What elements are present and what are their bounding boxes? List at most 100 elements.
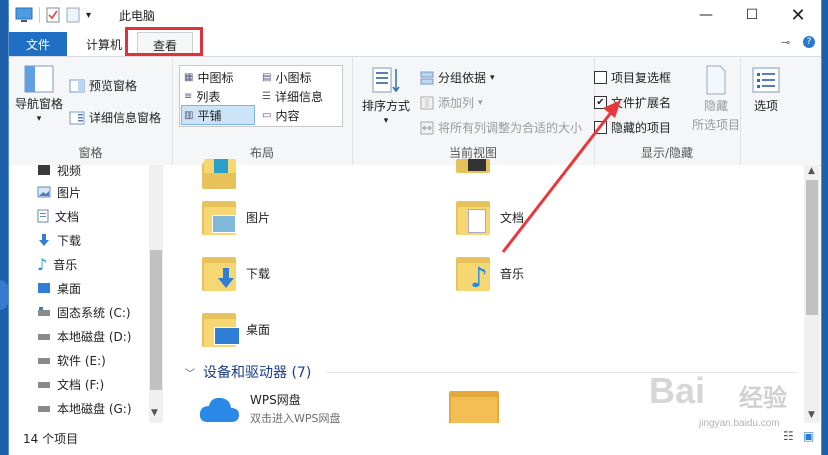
chevron-down-icon: ▾ (490, 72, 495, 83)
group-by-button[interactable]: 分组依据 ▾ (420, 69, 495, 86)
close-button[interactable]: ✕ (775, 0, 821, 30)
desktop-icon (38, 283, 50, 293)
list-icon: ≡ (184, 90, 193, 102)
nav-item-documents[interactable]: 文档 (37, 205, 79, 227)
desktop-icon-partial (0, 280, 8, 310)
current-view-group: 排序方式 ▾ 分组依据 ▾ 添加列 ▾ 将所有列调整为合适的大小 当前视图 (352, 57, 595, 165)
folder-desktop[interactable]: 桌面 (202, 309, 270, 349)
content-scrollbar-thumb[interactable] (806, 180, 818, 315)
download-icon (39, 234, 49, 246)
content-icon: ▭ (262, 109, 272, 121)
hide-selected-button[interactable]: 隐藏 所选项目 (692, 65, 740, 133)
scroll-down-icon[interactable]: ▼ (808, 410, 815, 420)
sort-by-button[interactable]: 排序方式 ▾ (362, 65, 410, 126)
item-checkboxes-checkbox[interactable] (594, 71, 607, 84)
nav-item-pictures[interactable]: 图片 (37, 181, 81, 203)
layout-small-icons[interactable]: ▤ 小图标 (260, 68, 338, 86)
nav-item-downloads[interactable]: 下载 (37, 229, 81, 251)
scroll-up-icon[interactable]: ▲ (808, 166, 815, 176)
folder-pictures[interactable]: 图片 (202, 197, 270, 237)
drive-icon (38, 358, 50, 364)
chevron-down-icon: ▾ (383, 116, 389, 126)
layout-medium-icons[interactable]: ▦ 中图标 (182, 68, 256, 86)
group-by-icon (420, 71, 434, 84)
file-extensions-checkbox[interactable]: ✔ (594, 96, 607, 109)
drive-item-2[interactable] (449, 385, 499, 427)
nav-scroll-down-icon[interactable]: ▼ (151, 408, 158, 418)
folder-partial-2[interactable] (456, 159, 490, 189)
nav-item-drive-c[interactable]: 固态系统 (C:) (37, 301, 131, 323)
details-view-icon[interactable]: ☷ (783, 429, 794, 443)
nav-item-drive-g[interactable]: 本地磁盘 (G:) (37, 397, 132, 419)
folder-icon (202, 309, 240, 349)
options-button[interactable]: 选项 (752, 67, 780, 114)
drive-icon (38, 382, 50, 388)
folder-icon (449, 385, 499, 427)
qat-dropdown-icon[interactable]: ▾ (86, 10, 91, 21)
item-count: 14 个项目 (23, 432, 79, 446)
fit-columns-button[interactable]: 将所有列调整为合适的大小 (420, 119, 582, 136)
help-icon[interactable]: ? (803, 36, 815, 48)
fit-columns-icon (420, 121, 434, 134)
folder-icon (456, 197, 490, 237)
nav-item-drive-d[interactable]: 本地磁盘 (D:) (37, 325, 131, 347)
maximize-button[interactable]: ☐ (729, 0, 775, 30)
video-icon (38, 165, 50, 175)
wps-drive[interactable]: WPS网盘 双击进入WPS网盘 (198, 391, 341, 426)
quick-access-toolbar: ▾ (15, 7, 91, 23)
music-icon: ♪ (37, 254, 48, 274)
nav-item-drive-e[interactable]: 软件 (E:) (37, 349, 106, 371)
nav-scrollbar-thumb[interactable] (150, 250, 162, 390)
system-drive-icon (38, 307, 50, 316)
layout-tiles[interactable]: ▥ 平铺 (181, 105, 255, 125)
item-checkboxes-toggle[interactable]: 项目复选框 (594, 69, 671, 86)
ribbon: 导航窗格 ▾ 预览窗格 详细信息窗格 窗格 布局 ▦ 中图标 ▤ 小图标 ≡ 列表 ☰… (9, 56, 821, 166)
tiles-icon: ▥ (184, 109, 194, 121)
tab-file[interactable]: 文件 (9, 32, 67, 56)
layout-content[interactable]: ▭ 内容 (260, 106, 338, 124)
folder-icon (202, 197, 236, 237)
add-column-button[interactable]: 添加列 ▾ (420, 94, 483, 111)
pictures-icon (37, 186, 51, 198)
pane-group: 导航窗格 ▾ 预览窗格 详细信息窗格 窗格 (9, 57, 173, 165)
folder-icon (202, 253, 236, 293)
view-tab-highlight (125, 27, 203, 56)
folder-icon (456, 159, 490, 189)
preview-pane-icon (69, 79, 85, 92)
explorer-window: ▾ 此电脑 — ☐ ✕ 文件 计算机 查看 ⊸ ? 导航窗格 ▾ 预览窗格 详细… (8, 0, 822, 455)
hidden-items-checkbox[interactable] (594, 121, 607, 134)
content-area: 图片 文档 下载 ♪ 音乐 桌面 WPS网盘 双击进入WPS网盘 (164, 159, 804, 427)
preview-pane-button[interactable]: 预览窗格 (69, 77, 137, 94)
options-group: 选项 (740, 57, 800, 165)
folder-documents[interactable]: 文档 (456, 197, 524, 237)
devices-section-header[interactable]: ﹀ 设备和驱动器 (7) (185, 362, 311, 382)
nav-pane-button[interactable]: 导航窗格 ▾ (15, 65, 63, 124)
add-column-icon (420, 96, 434, 109)
properties-icon[interactable] (46, 7, 60, 23)
file-extensions-toggle[interactable]: ✔ 文件扩展名 (594, 94, 671, 111)
nav-item-videos[interactable]: 视频 (37, 159, 81, 181)
drive-icon (38, 334, 50, 340)
details-pane-button[interactable]: 详细信息窗格 (69, 109, 161, 126)
folder-icon (202, 159, 236, 189)
layout-list[interactable]: ≡ 列表 (182, 87, 256, 105)
layout-details[interactable]: ☰ 详细信息 (260, 87, 338, 105)
folder-videos-partial[interactable] (202, 159, 236, 189)
pin-icon[interactable]: ⊸ (781, 36, 790, 49)
details-pane-icon (69, 111, 85, 124)
folder-downloads[interactable]: 下载 (202, 253, 270, 293)
baidu-watermark: Bai (649, 370, 706, 411)
folder-music[interactable]: ♪ 音乐 (456, 253, 524, 294)
options-icon (752, 67, 780, 93)
nav-item-music[interactable]: ♪ 音乐 (37, 253, 77, 275)
details-icon: ☰ (262, 90, 271, 102)
nav-item-drive-f[interactable]: 文档 (F:) (37, 373, 104, 395)
tab-computer[interactable]: 计算机 (77, 32, 131, 56)
new-folder-icon[interactable] (66, 7, 80, 23)
minimize-button[interactable]: — (683, 0, 729, 30)
navigation-pane: 视频 图片 文档 下载 ♪ 音乐 桌面 固态系统 (C:) 本地磁盘 (D:) 软… (9, 164, 159, 423)
hidden-items-toggle[interactable]: 隐藏的项目 (594, 119, 671, 136)
layout-gallery: ▦ 中图标 ▤ 小图标 ≡ 列表 ☰ 详细信息 ▥ 平铺 ▭ 内容 (179, 65, 343, 127)
large-icons-view-icon[interactable]: ▣ (803, 429, 814, 443)
nav-item-desktop[interactable]: 桌面 (37, 277, 81, 299)
